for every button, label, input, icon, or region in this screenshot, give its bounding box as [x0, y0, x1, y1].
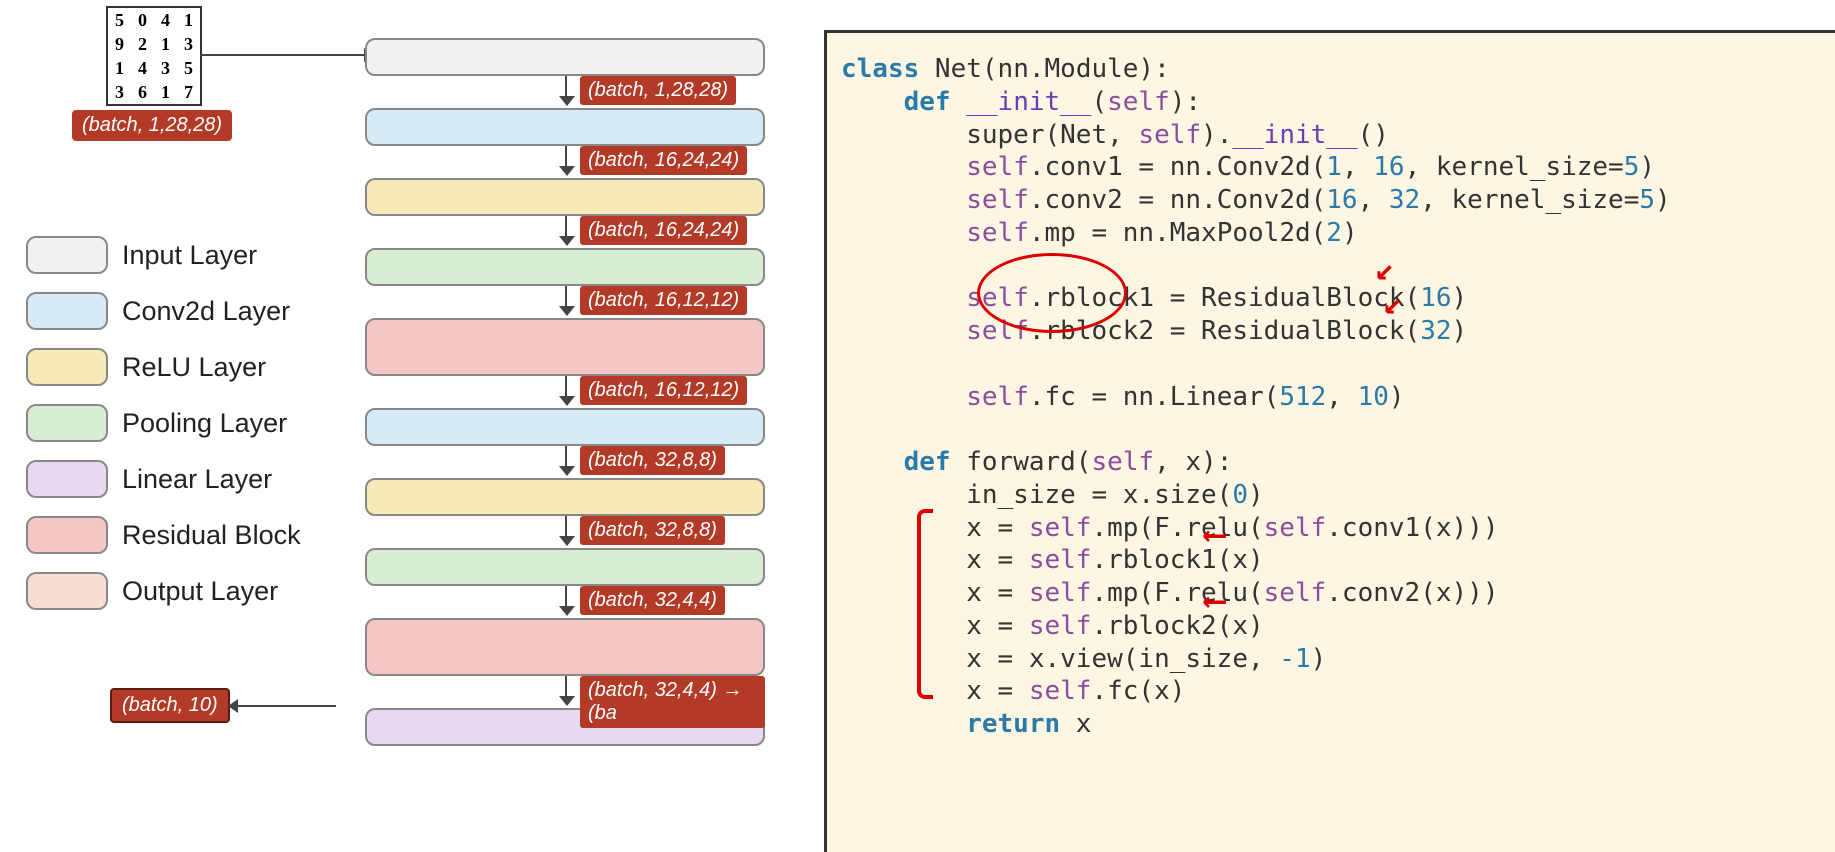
mnist-digit: 1	[154, 80, 177, 104]
legend-label: Conv2d Layer	[122, 296, 290, 327]
shape-label: (batch, 1,28,28)	[580, 76, 736, 105]
layer-box	[365, 478, 765, 516]
arrow-down: (batch, 16,24,24)	[365, 216, 765, 248]
legend-label: ReLU Layer	[122, 352, 266, 383]
legend-swatch	[26, 236, 108, 274]
mnist-digit: 1	[108, 56, 131, 80]
legend-item: Conv2d Layer	[26, 292, 301, 330]
mnist-digit: 3	[108, 80, 131, 104]
mnist-digit: 5	[177, 56, 200, 80]
legend: Input Layer Conv2d Layer ReLU Layer Pooling…	[26, 236, 301, 628]
legend-item: ReLU Layer	[26, 348, 301, 386]
legend-swatch	[26, 460, 108, 498]
code-block: class Net(nn.Module): def __init__(self)…	[841, 53, 1825, 741]
arrow-down: (batch, 16,24,24)	[365, 146, 765, 178]
mnist-digit: 4	[131, 56, 154, 80]
shape-label: (batch, 32,8,8)	[580, 516, 725, 545]
mnist-digit: 2	[131, 32, 154, 56]
legend-item: Pooling Layer	[26, 404, 301, 442]
mnist-digit: 4	[154, 8, 177, 32]
mnist-digit: 0	[131, 8, 154, 32]
mnist-digit: 6	[131, 80, 154, 104]
layer-box	[365, 178, 765, 216]
legend-label: Pooling Layer	[122, 408, 287, 439]
input-shape-label: (batch, 1,28,28)	[72, 110, 232, 141]
mnist-digit: 7	[177, 80, 200, 104]
layer-box	[365, 618, 765, 676]
layer-box	[365, 408, 765, 446]
layer-box	[365, 108, 765, 146]
arrow-down: (batch, 32,8,8)	[365, 446, 765, 478]
shape-label: (batch, 16,12,12)	[580, 376, 747, 405]
layer-box	[365, 318, 765, 376]
arrow-to-input	[200, 54, 366, 56]
shape-label: (batch, 16,24,24)	[580, 146, 747, 175]
shape-label: (batch, 16,24,24)	[580, 216, 747, 245]
mnist-sample-grid: 5041921314353617	[106, 6, 202, 106]
legend-label: Linear Layer	[122, 464, 272, 495]
network-diagram: (batch, 1,28,28) (batch, 16,24,24) (batch,…	[365, 38, 765, 746]
legend-swatch	[26, 292, 108, 330]
layer-box	[365, 248, 765, 286]
shape-label: (batch, 16,12,12)	[580, 286, 747, 315]
legend-swatch	[26, 404, 108, 442]
legend-swatch	[26, 572, 108, 610]
legend-swatch	[26, 516, 108, 554]
arrow-to-output	[236, 705, 336, 707]
arrow-down: (batch, 16,12,12)	[365, 286, 765, 318]
arrow-down: (batch, 1,28,28)	[365, 76, 765, 108]
mnist-digit: 3	[154, 56, 177, 80]
output-row: (batch, 10)	[110, 688, 342, 723]
legend-item: Linear Layer	[26, 460, 301, 498]
legend-label: Input Layer	[122, 240, 257, 271]
shape-label: (batch, 32,8,8)	[580, 446, 725, 475]
layer-box	[365, 548, 765, 586]
arrow-down: (batch, 32,8,8)	[365, 516, 765, 548]
legend-label: Output Layer	[122, 576, 278, 607]
arrow-down: (batch, 32,4,4) → (ba	[365, 676, 765, 708]
mnist-digit: 1	[154, 32, 177, 56]
arrow-down: (batch, 32,4,4)	[365, 586, 765, 618]
legend-item: Input Layer	[26, 236, 301, 274]
mnist-digit: 5	[108, 8, 131, 32]
code-panel: class Net(nn.Module): def __init__(self)…	[824, 30, 1835, 852]
mnist-digit: 9	[108, 32, 131, 56]
shape-label: (batch, 32,4,4)	[580, 586, 725, 615]
output-shape-label: (batch, 10)	[110, 688, 230, 723]
shape-label: (batch, 32,4,4) → (ba	[580, 676, 765, 728]
arrow-down: (batch, 16,12,12)	[365, 376, 765, 408]
mnist-digit: 3	[177, 32, 200, 56]
legend-swatch	[26, 348, 108, 386]
legend-label: Residual Block	[122, 520, 301, 551]
legend-item: Output Layer	[26, 572, 301, 610]
layer-box	[365, 38, 765, 76]
mnist-digit: 1	[177, 8, 200, 32]
legend-item: Residual Block	[26, 516, 301, 554]
